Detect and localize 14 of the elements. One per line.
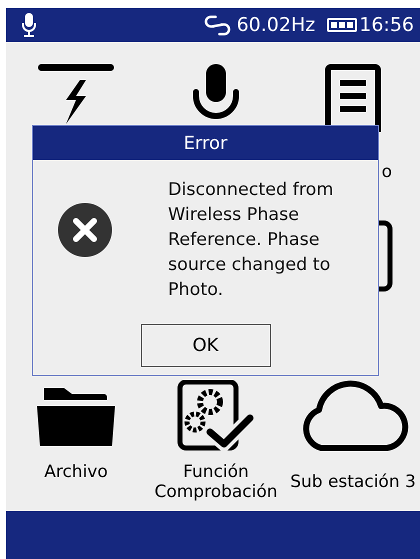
ok-button[interactable]: OK [140,324,270,367]
dialog-title: Error [33,126,378,160]
microphone-icon [22,13,36,37]
clock-text: 16:56 [359,14,414,36]
menu-label[interactable]: Archivo [44,462,108,482]
frequency-text: 60.02Hz [236,14,316,36]
menu-label[interactable]: o [382,162,392,182]
gears-check-icon[interactable] [176,380,256,452]
menu-label[interactable]: Sub estación 3 [290,472,416,492]
error-icon [57,202,113,258]
link-icon [204,12,231,38]
menu-label[interactable]: Función Comprobación [151,462,281,502]
battery-icon [327,18,358,32]
error-message: Disconnected from Wireless Phase Reference. Phase source changed to Photo. [168,179,334,302]
